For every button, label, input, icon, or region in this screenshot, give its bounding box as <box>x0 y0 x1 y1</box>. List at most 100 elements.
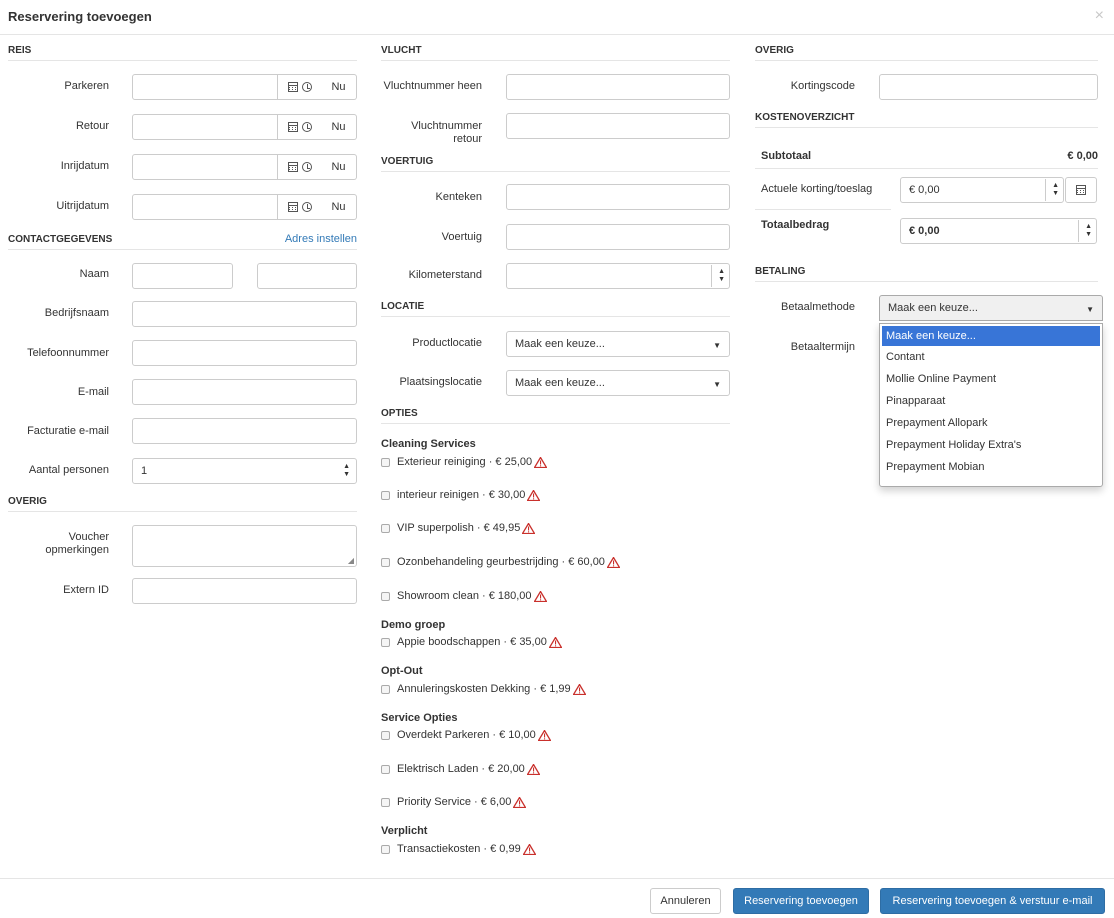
aantal-personen-select[interactable]: 1 ▲ ▼ <box>132 458 357 484</box>
calendar-icon[interactable] <box>287 162 298 172</box>
voornaam-input[interactable] <box>132 263 233 289</box>
productlocatie-select[interactable]: Maak een keuze... ▼ <box>506 331 730 357</box>
option-label[interactable]: Appie boodschappen · € 35,00 <box>397 636 547 648</box>
option-checkbox[interactable] <box>381 764 390 774</box>
achternaam-input[interactable] <box>257 263 357 289</box>
option-label[interactable]: interieur reinigen · € 30,00 <box>397 489 525 501</box>
inrijdatum-now-button[interactable]: Nu <box>321 154 357 180</box>
voucher-textarea[interactable]: ◢ <box>132 525 357 567</box>
telefoon-input[interactable] <box>132 340 357 366</box>
option-item: VIP superpolish · € 49,95 <box>381 522 536 534</box>
parkeren-picker[interactable] <box>278 74 322 100</box>
option-label[interactable]: Elektrisch Laden · € 20,00 <box>397 763 525 775</box>
clock-icon[interactable] <box>301 82 312 92</box>
adres-instellen-link[interactable]: Adres instellen <box>285 233 357 245</box>
kenteken-input[interactable] <box>506 184 730 210</box>
option-label[interactable]: Ozonbehandeling geurbestrijding · € 60,0… <box>397 556 605 568</box>
retour-now-button[interactable]: Nu <box>321 114 357 140</box>
dropdown-option[interactable]: Prepayment Mobian <box>880 456 1102 478</box>
facturatie-email-input[interactable] <box>132 418 357 444</box>
vluchtnummer-retour-line1: Vluchtnummer <box>411 120 482 132</box>
option-label[interactable]: Overdekt Parkeren · € 10,00 <box>397 729 536 741</box>
dropdown-option[interactable]: Mollie Online Payment <box>880 368 1102 390</box>
totaalbedrag-input[interactable]: € 0,00 ▲ ▼ <box>900 218 1097 244</box>
korting-value: € 0,00 <box>909 184 940 196</box>
retour-input[interactable] <box>132 114 278 140</box>
totaalbedrag-label: Totaalbedrag <box>761 219 830 231</box>
dropdown-option[interactable]: Pinapparaat <box>880 390 1102 412</box>
option-checkbox[interactable] <box>381 557 390 567</box>
productlocatie-value: Maak een keuze... <box>515 338 605 350</box>
voucher-label: Voucher opmerkingen <box>8 531 109 557</box>
kilometerstand-input[interactable]: ▲ ▼ <box>506 263 730 289</box>
option-checkbox[interactable] <box>381 523 390 533</box>
option-label[interactable]: Exterieur reiniging · € 25,00 <box>397 456 532 468</box>
warning-icon <box>513 796 527 808</box>
option-checkbox[interactable] <box>381 591 390 601</box>
spinner-icon[interactable]: ▲ ▼ <box>343 463 350 479</box>
option-label[interactable]: Transactiekosten · € 0,99 <box>397 843 521 855</box>
spinner-icon[interactable]: ▲ ▼ <box>1078 220 1092 242</box>
option-checkbox[interactable] <box>381 797 390 807</box>
option-label[interactable]: Priority Service · € 6,00 <box>397 796 511 808</box>
warning-icon <box>527 489 541 501</box>
section-overig-left: OVERIG <box>8 486 357 512</box>
vluchtnummer-heen-input[interactable] <box>506 74 730 100</box>
option-checkbox[interactable] <box>381 684 390 694</box>
option-checkbox[interactable] <box>381 844 390 854</box>
add-and-email-button[interactable]: Reservering toevoegen & verstuur e-mail <box>880 888 1105 914</box>
inrijdatum-picker[interactable] <box>278 154 322 180</box>
retour-label: Retour <box>75 120 109 132</box>
modal-title: Reservering toevoegen <box>8 9 152 24</box>
aantal-personen-value: 1 <box>141 465 148 477</box>
voertuig-input[interactable] <box>506 224 730 250</box>
clock-icon[interactable] <box>301 162 312 172</box>
dropdown-option[interactable]: Prepayment Holiday Extra's <box>880 434 1102 456</box>
inrijdatum-input[interactable] <box>132 154 278 180</box>
uitrijdatum-picker[interactable] <box>278 194 322 220</box>
betaalmethode-dropdown: Maak een keuze... Contant Mollie Online … <box>879 323 1103 487</box>
extern-id-input[interactable] <box>132 578 357 604</box>
spinner-icon[interactable]: ▲ ▼ <box>1045 179 1059 201</box>
email-input[interactable] <box>132 379 357 405</box>
option-checkbox[interactable] <box>381 457 390 467</box>
chevron-down-icon: ▼ <box>713 380 721 389</box>
kortingscode-input[interactable] <box>879 74 1098 100</box>
korting-input[interactable]: € 0,00 ▲ ▼ <box>900 177 1064 203</box>
betaalmethode-select[interactable]: Maak een keuze... ▼ <box>879 295 1103 321</box>
clock-icon[interactable] <box>301 122 312 132</box>
telefoon-label: Telefoonnummer <box>27 347 109 359</box>
spinner-icon[interactable]: ▲ ▼ <box>711 265 725 287</box>
retour-picker[interactable] <box>278 114 322 140</box>
parkeren-input[interactable] <box>132 74 278 100</box>
option-checkbox[interactable] <box>381 490 390 500</box>
uitrijdatum-now-button[interactable]: Nu <box>321 194 357 220</box>
clock-icon[interactable] <box>301 202 312 212</box>
option-checkbox[interactable] <box>381 637 390 647</box>
cost-divider <box>755 209 891 210</box>
bedrijfsnaam-input[interactable] <box>132 301 357 327</box>
chevron-down-icon: ▼ <box>1086 305 1094 314</box>
option-label[interactable]: Showroom clean · € 180,00 <box>397 590 532 602</box>
parkeren-now-button[interactable]: Nu <box>321 74 357 100</box>
plaatsingslocatie-select[interactable]: Maak een keuze... ▼ <box>506 370 730 396</box>
dropdown-option[interactable]: Contant <box>880 346 1102 368</box>
betaaltermijn-label: Betaaltermijn <box>790 341 855 353</box>
dropdown-option[interactable]: Prepayment Allopark <box>880 412 1102 434</box>
group-cleaning-services: Cleaning Services <box>381 438 476 450</box>
uitrijdatum-input[interactable] <box>132 194 278 220</box>
option-label[interactable]: Annuleringskosten Dekking · € 1,99 <box>397 683 571 695</box>
cancel-button[interactable]: Annuleren <box>650 888 721 914</box>
resize-handle-icon[interactable]: ◢ <box>348 556 354 565</box>
vluchtnummer-retour-input[interactable] <box>506 113 730 139</box>
calculator-button[interactable] <box>1065 177 1097 203</box>
calendar-icon[interactable] <box>287 122 298 132</box>
option-checkbox[interactable] <box>381 730 390 740</box>
calendar-icon[interactable] <box>287 202 298 212</box>
option-item: Overdekt Parkeren · € 10,00 <box>381 729 551 741</box>
dropdown-option[interactable]: Maak een keuze... <box>882 326 1100 346</box>
calendar-icon[interactable] <box>287 82 298 92</box>
option-label[interactable]: VIP superpolish · € 49,95 <box>397 522 520 534</box>
add-reservation-button[interactable]: Reservering toevoegen <box>733 888 869 914</box>
close-icon[interactable]: × <box>1095 8 1104 24</box>
